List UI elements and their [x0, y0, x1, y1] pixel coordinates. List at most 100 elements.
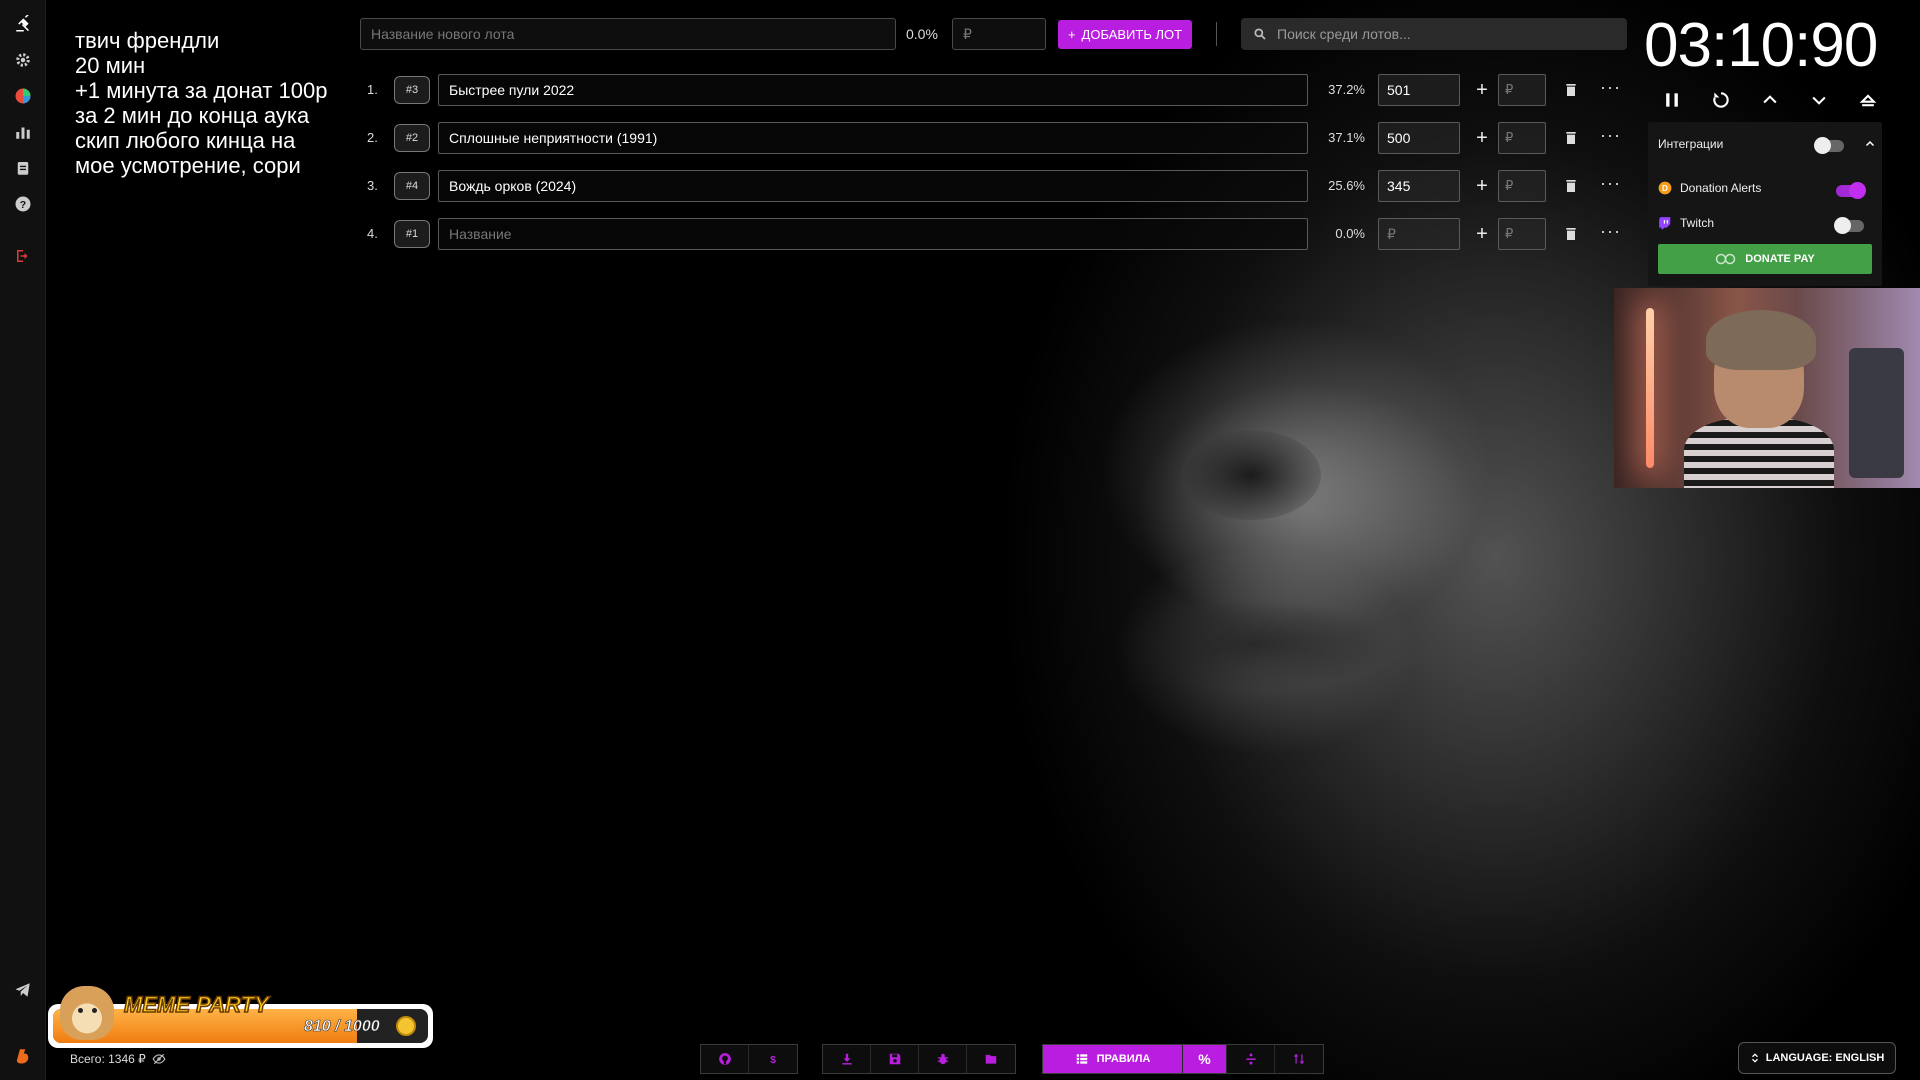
lot-extra-amount-input[interactable]: ₽	[1498, 218, 1546, 250]
integrations-title: Интеграции	[1658, 137, 1724, 151]
rules-button[interactable]: ПРАВИЛА	[1043, 1045, 1183, 1073]
lot-row: 4. #1 Название 0.0% ₽ + ₽ ···	[360, 218, 1621, 250]
lot-row: 2. #2 Сплошные неприятности (1991) 37.1%…	[360, 122, 1621, 154]
lot-name-field[interactable]: Вождь орков (2024)	[438, 170, 1308, 202]
more-options-icon[interactable]: ···	[1600, 125, 1621, 146]
donate-dollar-icon[interactable]: $	[749, 1045, 797, 1073]
telegram-icon[interactable]	[11, 978, 35, 1002]
help-question-icon[interactable]: ?	[11, 192, 35, 216]
updown-chevron-icon	[1751, 1053, 1758, 1063]
lot-name-field[interactable]: Сплошные неприятности (1991)	[438, 122, 1308, 154]
total-amount: Всего: 1346 ₽	[70, 1052, 166, 1066]
chevron-up-icon[interactable]	[1758, 88, 1782, 112]
new-lot-name-input[interactable]	[360, 18, 896, 50]
archive-folder-icon[interactable]	[967, 1045, 1015, 1073]
meme-party-widget: MEME PARTY 810 / 1000	[48, 986, 433, 1048]
donatepay-logo-icon	[1716, 253, 1736, 265]
lot-name-field[interactable]: Быстрее пули 2022	[438, 74, 1308, 106]
lot-amount-field[interactable]: 345	[1378, 170, 1460, 202]
donation-alerts-toggle[interactable]	[1836, 182, 1866, 199]
donation-alerts-icon: D	[1658, 181, 1672, 195]
lot-index: 3.	[367, 178, 378, 193]
wheel-pie-icon[interactable]	[11, 84, 35, 108]
webcam-overlay	[1614, 288, 1920, 488]
twitch-icon	[1659, 217, 1671, 230]
donatepay-button[interactable]: DONATE PAY	[1658, 244, 1872, 274]
pause-icon[interactable]	[1660, 88, 1684, 112]
toolbar-group-links: $	[700, 1044, 798, 1074]
twitch-toggle[interactable]	[1834, 217, 1864, 234]
lot-extra-amount-input[interactable]: ₽	[1498, 122, 1546, 154]
delete-trash-icon[interactable]	[1563, 82, 1579, 98]
logout-icon[interactable]	[11, 244, 35, 268]
background-mouth	[1116, 600, 1396, 690]
language-selector[interactable]: LANGUAGE: ENGLISH	[1738, 1042, 1896, 1074]
more-options-icon[interactable]: ···	[1600, 221, 1621, 242]
meme-party-title: MEME PARTY	[123, 991, 269, 1018]
lot-amount-field[interactable]: 501	[1378, 74, 1460, 106]
lot-id-badge[interactable]: #1	[394, 220, 430, 248]
lot-row: 3. #4 Вождь орков (2024) 25.6% 345 + ₽ ·…	[360, 170, 1621, 202]
lot-amount-field[interactable]: 500	[1378, 122, 1460, 154]
chevron-up-icon[interactable]	[1864, 138, 1876, 150]
lot-name-field[interactable]: Название	[438, 218, 1308, 250]
integrations-panel: Интеграции D Donation Alerts Twitch DONA…	[1648, 122, 1882, 286]
lot-amount-field[interactable]: ₽	[1378, 218, 1460, 250]
lot-id-badge[interactable]: #4	[394, 172, 430, 200]
lot-id-badge[interactable]: #2	[394, 124, 430, 152]
integrations-master-toggle[interactable]	[1814, 137, 1844, 154]
list-icon	[1076, 1054, 1087, 1064]
new-lot-percent: 0.0%	[906, 26, 938, 42]
download-icon[interactable]	[823, 1045, 871, 1073]
lot-extra-amount-input[interactable]: ₽	[1498, 170, 1546, 202]
integration-name: Twitch	[1680, 216, 1715, 230]
add-lot-label: ДОБАВИТЬ ЛОТ	[1081, 27, 1183, 42]
github-icon[interactable]	[701, 1045, 749, 1073]
bug-report-icon[interactable]	[919, 1045, 967, 1073]
background-face-highlight	[1136, 380, 1476, 640]
integration-twitch: Twitch	[1658, 216, 1714, 230]
lot-index: 2.	[367, 130, 378, 145]
reset-icon[interactable]	[1709, 88, 1733, 112]
lot-add-amount-plus-icon[interactable]: +	[1472, 79, 1492, 102]
stream-rules-notes: твич френдли 20 мин +1 минута за донат 1…	[75, 28, 328, 178]
settings-gear-icon[interactable]	[11, 48, 35, 72]
auction-gavel-icon[interactable]	[11, 12, 35, 36]
chevron-down-icon[interactable]	[1807, 88, 1831, 112]
delete-trash-icon[interactable]	[1563, 178, 1579, 194]
add-lot-button[interactable]: + ДОБАВИТЬ ЛОТ	[1058, 20, 1192, 49]
sort-arrows-icon[interactable]	[1275, 1045, 1323, 1073]
statistics-chart-icon[interactable]	[11, 120, 35, 144]
donatepay-label: DONATE PAY	[1745, 253, 1815, 265]
lot-add-amount-plus-icon[interactable]: +	[1472, 175, 1492, 198]
coin-icon	[396, 1016, 416, 1036]
lot-percent: 25.6%	[1328, 178, 1365, 193]
plus-icon: +	[1067, 27, 1076, 42]
rules-label: ПРАВИЛА	[1096, 1053, 1151, 1065]
save-floppy-icon[interactable]	[871, 1045, 919, 1073]
auction-timer: 03:10:90	[1644, 11, 1878, 80]
webcam-chair	[1849, 348, 1904, 478]
more-options-icon[interactable]: ···	[1600, 173, 1621, 194]
eye-off-icon[interactable]	[152, 1052, 166, 1066]
lot-add-amount-plus-icon[interactable]: +	[1472, 127, 1492, 150]
more-options-icon[interactable]: ···	[1600, 77, 1621, 98]
search-placeholder: Поиск среди лотов...	[1277, 26, 1411, 42]
delete-trash-icon[interactable]	[1563, 226, 1579, 242]
lot-id-badge[interactable]: #3	[394, 76, 430, 104]
integration-name: Donation Alerts	[1680, 181, 1762, 195]
history-clipboard-icon[interactable]	[11, 156, 35, 180]
total-label: Всего: 1346 ₽	[70, 1052, 146, 1066]
percent-toggle-button[interactable]: %	[1183, 1045, 1227, 1073]
eject-collapse-icon[interactable]	[1856, 88, 1880, 112]
svg-text:D: D	[1662, 184, 1668, 193]
shuffle-divide-icon[interactable]	[1227, 1045, 1275, 1073]
lot-add-amount-plus-icon[interactable]: +	[1472, 223, 1492, 246]
new-lot-amount-input[interactable]: ₽	[952, 18, 1046, 50]
lot-search-input[interactable]: Поиск среди лотов...	[1241, 18, 1627, 50]
lot-row: 1. #3 Быстрее пули 2022 37.2% 501 + ₽ ··…	[360, 74, 1621, 106]
delete-trash-icon[interactable]	[1563, 130, 1579, 146]
language-label: LANGUAGE: ENGLISH	[1765, 1052, 1885, 1064]
lot-extra-amount-input[interactable]: ₽	[1498, 74, 1546, 106]
boosty-icon[interactable]	[11, 1044, 35, 1068]
